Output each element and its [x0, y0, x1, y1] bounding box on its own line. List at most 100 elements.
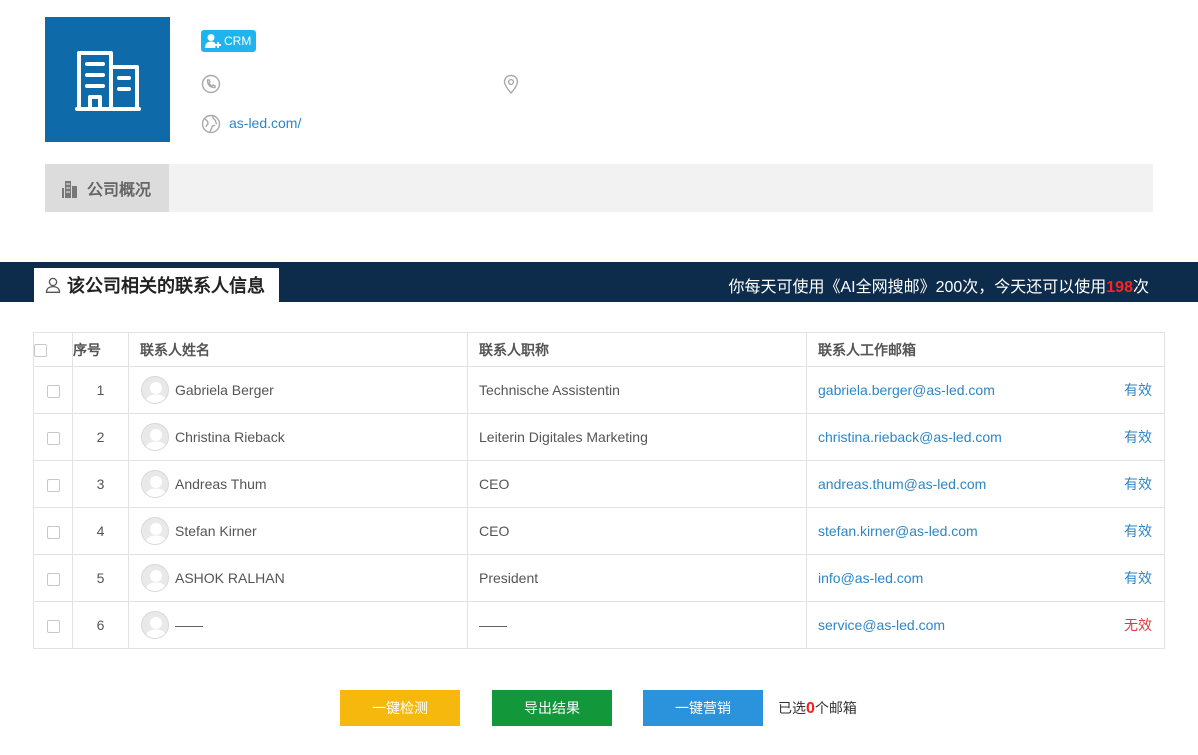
contact-name-cell: ——: [128, 601, 468, 649]
contact-title: ——: [467, 601, 807, 649]
contact-name-cell: Christina Rieback: [128, 413, 468, 461]
contact-email-cell: stefan.kirner@as-led.com 有效: [806, 507, 1165, 555]
contact-name-cell: ASHOK RALHAN: [128, 554, 468, 602]
contact-email-link[interactable]: gabriela.berger@as-led.com: [818, 382, 995, 398]
avatar: [141, 611, 169, 639]
table-row: 6 —— —— service@as-led.com 无效: [33, 601, 1165, 649]
selected-prefix: 已选: [778, 700, 806, 716]
quota-suffix: 次: [1132, 279, 1149, 296]
row-number: 1: [72, 366, 129, 414]
globe-icon: [201, 114, 221, 134]
row-select-cell: [33, 554, 73, 602]
bulk-marketing-button[interactable]: 一键营销: [643, 690, 763, 726]
row-select-cell: [33, 366, 73, 414]
contact-name: Andreas Thum: [175, 476, 267, 492]
avatar: [141, 470, 169, 498]
contact-name: Gabriela Berger: [175, 382, 274, 398]
contact-title: Leiterin Digitales Marketing: [467, 413, 807, 461]
quota-remaining: 198: [1106, 279, 1133, 296]
row-select-cell: [33, 413, 73, 461]
selected-suffix: 个邮箱: [814, 700, 857, 716]
contact-name: Stefan Kirner: [175, 523, 257, 539]
email-status: 有效: [1124, 476, 1152, 492]
crm-badge[interactable]: CRM: [201, 30, 257, 52]
email-status: 有效: [1124, 429, 1152, 445]
contacts-section-title: 该公司相关的联系人信息: [67, 276, 265, 296]
header-title: 联系人职称: [467, 332, 807, 367]
contact-name-cell: Gabriela Berger: [128, 366, 468, 414]
contact-title: CEO: [467, 460, 807, 508]
bulk-check-button[interactable]: 一键检测: [340, 690, 460, 726]
email-status: 有效: [1124, 523, 1152, 539]
row-checkbox[interactable]: [46, 619, 60, 633]
quota-prefix: 你每天可使用《AI全网搜邮》200次，今天还可以使用: [728, 279, 1107, 296]
user-icon: [45, 277, 61, 293]
row-checkbox[interactable]: [46, 525, 60, 539]
website-link[interactable]: as-led.com/: [229, 115, 301, 131]
row-checkbox[interactable]: [46, 478, 60, 492]
contacts-table: 序号 联系人姓名 联系人职称 联系人工作邮箱 1 Gabriela Berger T…: [33, 332, 1165, 649]
contact-email-cell: gabriela.berger@as-led.com 有效: [806, 366, 1165, 414]
avatar: [141, 376, 169, 404]
table-row: 2 Christina Rieback Leiterin Digitales Mar…: [33, 413, 1165, 461]
row-number: 2: [72, 413, 129, 461]
contact-title: CEO: [467, 507, 807, 555]
row-checkbox[interactable]: [46, 431, 60, 445]
crm-badge-label: CRM: [224, 34, 252, 48]
tab-company-overview[interactable]: 公司概况: [45, 164, 169, 212]
location-icon: [501, 74, 521, 95]
table-row: 3 Andreas Thum CEO andreas.thum@as-led.com 有…: [33, 460, 1165, 508]
row-number: 3: [72, 460, 129, 508]
avatar: [141, 517, 169, 545]
export-results-button[interactable]: 导出结果: [492, 690, 612, 726]
contact-email-cell: service@as-led.com 无效: [806, 601, 1165, 649]
company-logo: [45, 17, 170, 142]
contact-email-cell: christina.rieback@as-led.com 有效: [806, 413, 1165, 461]
row-select-cell: [33, 507, 73, 555]
contact-name: ASHOK RALHAN: [175, 570, 285, 586]
select-all-checkbox[interactable]: [34, 344, 47, 358]
header-no: 序号: [72, 332, 129, 367]
contact-name: Christina Rieback: [175, 429, 285, 445]
contact-title: President: [467, 554, 807, 602]
contact-email-cell: info@as-led.com 有效: [806, 554, 1165, 602]
contact-email-link[interactable]: stefan.kirner@as-led.com: [818, 523, 978, 539]
contact-email-link[interactable]: christina.rieback@as-led.com: [818, 429, 1002, 445]
row-select-cell: [33, 460, 73, 508]
avatar: [141, 423, 169, 451]
row-checkbox[interactable]: [46, 384, 60, 398]
usage-quota: 你每天可使用《AI全网搜邮》200次，今天还可以使用198次: [728, 273, 1149, 297]
contacts-section-tab: 该公司相关的联系人信息: [34, 268, 279, 302]
contact-title: Technische Assistentin: [467, 366, 807, 414]
avatar: [141, 564, 169, 592]
contact-name: ——: [175, 617, 203, 633]
email-status: 无效: [1124, 617, 1152, 633]
overview-bar: 公司概况: [45, 164, 1153, 212]
contact-email-link[interactable]: info@as-led.com: [818, 570, 923, 586]
header-email: 联系人工作邮箱: [806, 332, 1165, 367]
building-icon: [74, 50, 141, 111]
row-select-cell: [33, 601, 73, 649]
header-select-all-cell: [33, 332, 73, 367]
table-row: 5 ASHOK RALHAN President info@as-led.com 有效: [33, 554, 1165, 602]
table-row: 1 Gabriela Berger Technische Assistentin ga…: [33, 366, 1165, 414]
selected-count-info: 已选0个邮箱: [778, 698, 857, 718]
row-number: 6: [72, 601, 129, 649]
header-name: 联系人姓名: [128, 332, 468, 367]
contact-name-cell: Stefan Kirner: [128, 507, 468, 555]
selected-count: 0: [806, 700, 815, 717]
contacts-banner: 该公司相关的联系人信息 你每天可使用《AI全网搜邮》200次，今天还可以使用19…: [0, 262, 1198, 302]
contact-email-cell: andreas.thum@as-led.com 有效: [806, 460, 1165, 508]
contact-name-cell: Andreas Thum: [128, 460, 468, 508]
contact-email-link[interactable]: service@as-led.com: [818, 617, 945, 633]
phone-icon: [201, 74, 221, 94]
contact-email-link[interactable]: andreas.thum@as-led.com: [818, 476, 986, 492]
table-header-row: 序号 联系人姓名 联系人职称 联系人工作邮箱: [33, 332, 1165, 367]
email-status: 有效: [1124, 382, 1152, 398]
row-checkbox[interactable]: [46, 572, 60, 586]
email-status: 有效: [1124, 570, 1152, 586]
office-building-icon: [62, 181, 77, 198]
row-number: 5: [72, 554, 129, 602]
row-number: 4: [72, 507, 129, 555]
table-row: 4 Stefan Kirner CEO stefan.kirner@as-led.co…: [33, 507, 1165, 555]
